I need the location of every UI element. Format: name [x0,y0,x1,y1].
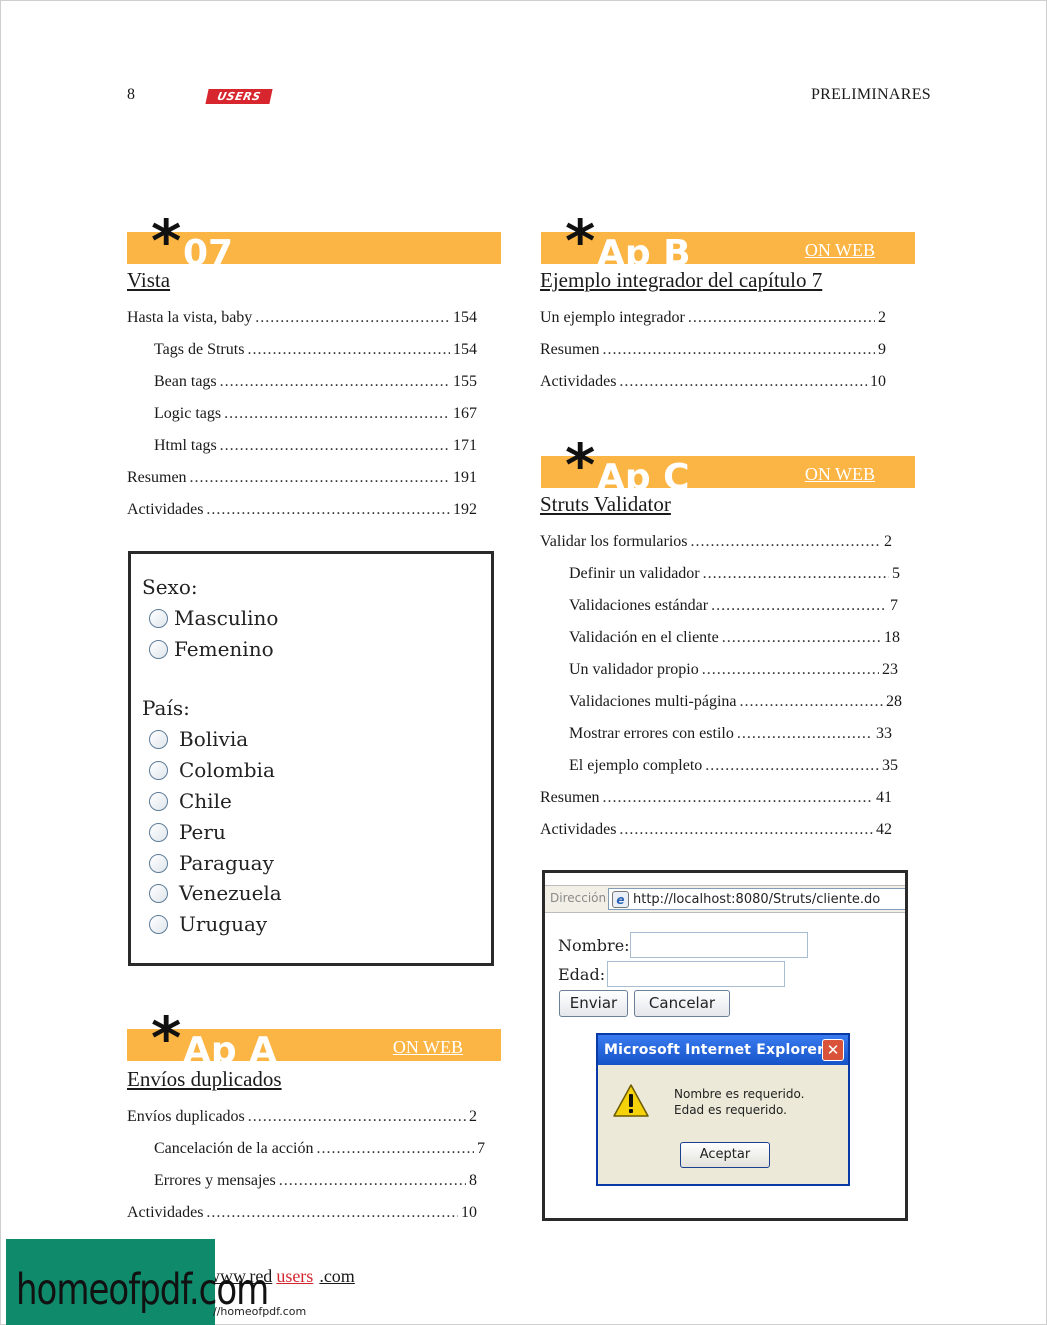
page: 8 USERS PRELIMINARES 07 * Vista Hasta la… [0,0,1047,1325]
appendix-a-banner: Ap A * ON WEB [127,1009,501,1067]
dialog-message-line: Edad es requerido. [674,1103,787,1117]
chapter-07-title: Vista [127,268,171,292]
radio-button-icon [149,914,168,934]
asterisk-icon: * [565,207,596,275]
ie-page-icon: e [612,891,629,908]
appendix-c-banner: Ap C * ON WEB [541,436,915,494]
radio-button-icon [149,822,168,842]
radio-option-masculino[interactable]: Masculino [149,606,278,630]
radio-option-bolivia[interactable]: Bolivia [149,727,248,751]
nombre-input[interactable] [630,932,808,958]
radio-button-icon [149,760,168,780]
appendix-c-toc: Validar los formularios2 Definir un vali… [540,533,902,841]
radio-button-icon [149,883,168,903]
close-icon[interactable]: ✕ [822,1039,844,1061]
radio-button-icon [149,791,168,811]
toc-entry[interactable]: Envíos duplicados2 [127,1108,477,1128]
toc-entry[interactable]: Html tags171 [127,437,477,457]
radio-option-chile[interactable]: Chile [149,789,232,813]
appendix-b-banner: Ap B * ON WEB [541,212,915,270]
chapter-07-toc: Hasta la vista, baby154 Tags de Struts15… [127,309,477,521]
cancelar-button[interactable]: Cancelar [634,990,730,1017]
warning-icon [613,1084,649,1117]
on-web-link[interactable]: ON WEB [805,464,875,484]
sexo-label: Sexo: [142,575,198,599]
chapter-number: 07 [183,233,234,264]
radio-button-icon [149,608,168,628]
toc-entry[interactable]: Hasta la vista, baby154 [127,309,477,329]
toc-entry[interactable]: Resumen9 [540,341,886,361]
watermark-url[interactable]: //homeofpdf.com [213,1305,306,1318]
users-logo: USERS [205,89,273,104]
radio-form-figure: Sexo: Masculino Femenino País: Bolivia C… [128,551,494,966]
appendix-b-title: Ejemplo integrador del capítulo 7 [540,268,823,292]
toc-entry[interactable]: Validaciones multi-página28 [540,693,902,713]
toc-entry[interactable]: Definir un validador5 [540,565,900,585]
toc-entry[interactable]: El ejemplo completo35 [540,757,898,777]
toc-entry[interactable]: Validar los formularios2 [540,533,892,553]
watermark-badge[interactable]: homeofpdf.com [6,1239,269,1325]
toc-entry[interactable]: Errores y mensajes8 [127,1172,477,1192]
toc-entry[interactable]: Un validador propio23 [540,661,898,681]
edad-input[interactable] [607,961,785,987]
page-number: 8 [127,86,135,103]
appendix-a-toc: Envíos duplicados2 Cancelación de la acc… [127,1108,485,1224]
dialog-message-line: Nombre es requerido. [674,1087,805,1101]
asterisk-icon: * [151,207,182,275]
edad-label: Edad: [558,965,606,984]
toc-entry[interactable]: Actividades42 [540,821,892,841]
toc-entry[interactable]: Validaciones estándar7 [540,597,898,617]
toc-entry[interactable]: Actividades192 [127,501,477,521]
radio-option-uruguay[interactable]: Uruguay [149,912,267,936]
toc-entry[interactable]: Un ejemplo integrador2 [540,309,886,329]
browser-screenshot-figure: Dirección e http://localhost:8080/Struts… [542,870,908,1221]
chapter-number: Ap C [597,457,690,488]
appendix-b-toc: Un ejemplo integrador2 Resumen9 Activida… [540,309,886,393]
address-url: http://localhost:8080/Struts/cliente.do [633,892,881,907]
address-field[interactable]: e http://localhost:8080/Struts/cliente.d… [608,888,905,910]
toc-entry[interactable]: Bean tags155 [127,373,477,393]
radio-button-icon [149,639,168,659]
on-web-link[interactable]: ON WEB [393,1037,463,1057]
radio-option-peru[interactable]: Peru [149,820,226,844]
radio-option-femenino[interactable]: Femenino [149,637,274,661]
toc-entry[interactable]: Validación en el cliente18 [540,629,900,649]
pais-label: País: [142,696,190,720]
address-label: Dirección [550,891,607,905]
section-label: PRELIMINARES [810,86,931,103]
dialog-title: Microsoft Internet Explorer [604,1042,825,1058]
radio-option-paraguay[interactable]: Paraguay [149,851,274,875]
radio-button-icon [149,853,168,873]
chapter-07-banner: 07 * [127,212,501,270]
toc-entry[interactable]: Tags de Struts154 [127,341,477,361]
radio-option-venezuela[interactable]: Venezuela [149,881,282,905]
alert-dialog: Microsoft Internet Explorer ✕ Nombre es … [596,1033,850,1186]
radio-button-icon [149,729,168,749]
dialog-titlebar: Microsoft Internet Explorer ✕ [598,1035,848,1065]
toc-entry[interactable]: Actividades10 [540,373,886,393]
appendix-c-title: Struts Validator [540,492,671,516]
on-web-link[interactable]: ON WEB [805,240,875,260]
asterisk-icon: * [151,1004,182,1072]
chapter-number: Ap A [183,1030,278,1061]
radio-option-colombia[interactable]: Colombia [149,758,275,782]
toc-entry[interactable]: Cancelación de la acción7 [127,1140,485,1160]
toc-entry[interactable]: Resumen41 [540,789,892,809]
toc-entry[interactable]: Logic tags167 [127,405,477,425]
nombre-label: Nombre: [558,936,630,955]
toc-entry[interactable]: Resumen191 [127,469,477,489]
toc-entry[interactable]: Actividades10 [127,1204,477,1224]
aceptar-button[interactable]: Aceptar [680,1142,770,1168]
asterisk-icon: * [565,431,596,499]
chapter-number: Ap B [597,233,691,264]
enviar-button[interactable]: Enviar [559,990,628,1017]
appendix-a-title: Envíos duplicados [127,1067,282,1091]
toc-entry[interactable]: Mostrar errores con estilo33 [540,725,892,745]
address-bar: Dirección e http://localhost:8080/Struts… [545,885,905,913]
